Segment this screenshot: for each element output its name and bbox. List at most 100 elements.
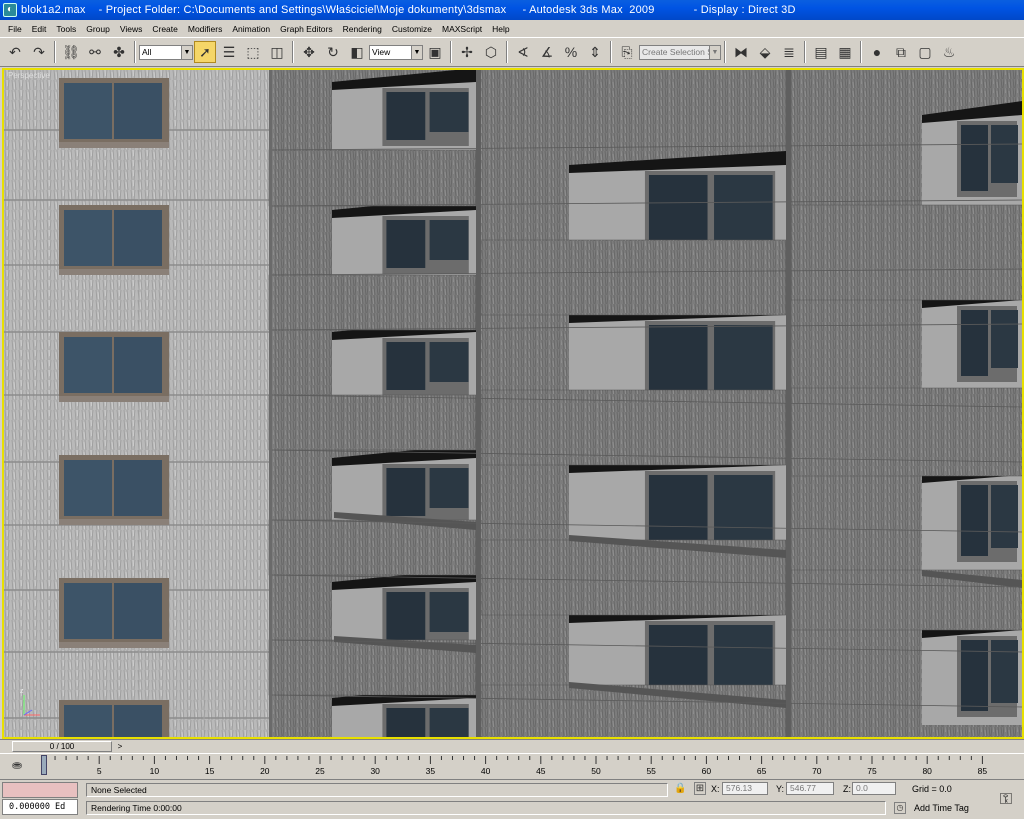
toolbar-separator xyxy=(292,41,294,63)
undo-icon[interactable]: ↶ xyxy=(4,41,26,63)
scale-icon[interactable]: ◧ xyxy=(346,41,368,63)
window-pane xyxy=(714,175,773,243)
maxscript-listener-mini[interactable] xyxy=(2,782,78,798)
align-icon[interactable]: ⬙ xyxy=(754,41,776,63)
left-window xyxy=(59,205,169,275)
rendered-frame-window-icon[interactable]: ▢ xyxy=(914,41,936,63)
window-pane xyxy=(114,705,162,737)
selection-filter-dropdown[interactable]: All ▼ xyxy=(139,44,193,60)
window-pane xyxy=(961,485,988,556)
menu-views[interactable]: Views xyxy=(115,24,148,34)
schematic-view-icon[interactable]: ▦ xyxy=(834,41,856,63)
snaps-toggle-icon[interactable]: ∢ xyxy=(512,41,534,63)
menu-group[interactable]: Group xyxy=(81,24,115,34)
reference-coordinate-dropdown[interactable]: View ▼ xyxy=(369,44,423,60)
spinner-snap-icon[interactable]: ⇕ xyxy=(584,41,606,63)
window-pane xyxy=(386,220,426,268)
open-mini-curve-editor-icon[interactable]: ⛂ xyxy=(8,758,26,774)
window-crossing-icon[interactable]: ◫ xyxy=(266,41,288,63)
window-pane xyxy=(429,468,469,508)
balcony-parapet xyxy=(268,394,477,451)
select-and-link-icon[interactable]: ⛓ xyxy=(60,41,82,63)
time-slider[interactable]: 0 / 100 > xyxy=(0,739,1024,753)
unlink-icon[interactable]: ⚯ xyxy=(84,41,106,63)
menu-help[interactable]: Help xyxy=(487,24,514,34)
ruler-tick-label: 5 xyxy=(97,766,102,776)
window-pane xyxy=(991,640,1018,703)
select-by-name-icon[interactable]: ☰ xyxy=(218,41,240,63)
left-window xyxy=(59,455,169,525)
named-selection-placeholder: Create Selection Se xyxy=(642,47,718,57)
layer-manager-icon[interactable]: ≣ xyxy=(778,41,800,63)
y-coordinate-field[interactable]: 546.77 xyxy=(786,782,834,795)
window-pane xyxy=(114,460,162,516)
z-coordinate-field[interactable]: 0.0 xyxy=(852,782,896,795)
menu-animation[interactable]: Animation xyxy=(227,24,275,34)
percent-snap-icon[interactable]: % xyxy=(560,41,582,63)
add-time-tag-button[interactable]: Add Time Tag xyxy=(914,803,969,813)
material-editor-icon[interactable]: ● xyxy=(866,41,888,63)
app-icon[interactable]: ◐ xyxy=(3,3,17,17)
menu-file[interactable]: File xyxy=(3,24,27,34)
coordinate-readout[interactable]: 0.000000 Ed xyxy=(2,799,78,815)
menu-rendering[interactable]: Rendering xyxy=(338,24,387,34)
balcony-recess xyxy=(332,70,476,154)
y-label: Y: xyxy=(776,784,785,794)
toolbar-separator xyxy=(134,41,136,63)
named-selection-dropdown[interactable]: Create Selection Se ▼ xyxy=(639,44,721,60)
chevron-down-icon: ▼ xyxy=(411,45,422,59)
balcony-parapet xyxy=(480,239,787,316)
track-bar[interactable]: ⛂ 0510152025303540455055606570758085 xyxy=(0,753,1024,779)
selection-status: None Selected xyxy=(86,783,668,797)
lock-icon[interactable]: 🔒 xyxy=(674,783,686,794)
menu-bar: File Edit Tools Group Views Create Modif… xyxy=(0,20,1024,37)
ruler-tick-label: 50 xyxy=(591,766,601,776)
x-coordinate-field[interactable]: 576.13 xyxy=(722,782,768,795)
balcony-parapet xyxy=(268,149,477,207)
pivot-center-icon[interactable]: ▣ xyxy=(424,41,446,63)
menu-graph-editors[interactable]: Graph Editors xyxy=(275,24,337,34)
edit-named-selection-icon[interactable]: ⎘ xyxy=(616,41,638,63)
window-pane xyxy=(429,708,469,737)
curve-editor-icon[interactable]: ▤ xyxy=(810,41,832,63)
menu-edit[interactable]: Edit xyxy=(27,24,52,34)
key-icon[interactable]: ⚿ xyxy=(992,786,1020,814)
time-slider-thumb[interactable]: 0 / 100 xyxy=(12,741,112,752)
move-icon[interactable]: ✥ xyxy=(298,41,320,63)
frame-ruler[interactable]: 0510152025303540455055606570758085 xyxy=(36,756,991,778)
balconies xyxy=(268,70,1022,737)
rectangular-selection-icon[interactable]: ⬚ xyxy=(242,41,264,63)
keyboard-shortcut-override-icon[interactable]: ⬡ xyxy=(480,41,502,63)
time-tag-icon[interactable]: ◷ xyxy=(894,802,906,814)
ruler-tick-label: 20 xyxy=(260,766,270,776)
menu-modifiers[interactable]: Modifiers xyxy=(183,24,227,34)
balcony-parapet xyxy=(268,519,477,576)
perspective-viewport[interactable]: z Perspective xyxy=(2,68,1024,739)
menu-tools[interactable]: Tools xyxy=(51,24,81,34)
z-label: Z: xyxy=(843,784,851,794)
redo-icon[interactable]: ↷ xyxy=(28,41,50,63)
render-production-icon[interactable]: ♨ xyxy=(938,41,960,63)
current-frame-marker[interactable] xyxy=(41,755,47,775)
rotate-icon[interactable]: ↻ xyxy=(322,41,344,63)
mirror-icon[interactable]: ⧓ xyxy=(730,41,752,63)
chevron-down-icon: ▼ xyxy=(709,45,720,59)
absolute-mode-icon[interactable]: ⊞ xyxy=(694,782,706,795)
grid-size: Grid = 0.0 xyxy=(912,784,952,794)
select-object-icon[interactable]: ➚ xyxy=(194,41,216,63)
menu-customize[interactable]: Customize xyxy=(387,24,437,34)
menu-create[interactable]: Create xyxy=(147,24,183,34)
angle-snap-icon[interactable]: ∡ xyxy=(536,41,558,63)
toolbar-separator xyxy=(450,41,452,63)
bind-space-warp-icon[interactable]: ✤ xyxy=(108,41,130,63)
toolbar-separator xyxy=(610,41,612,63)
render-setup-icon[interactable]: ⧉ xyxy=(890,41,912,63)
selection-filter-value: All xyxy=(142,47,152,57)
balcony-recess xyxy=(332,318,476,404)
next-frame-button[interactable]: > xyxy=(115,741,125,752)
title-bar[interactable]: ◐ blok1a2.max - Project Folder: C:\Docum… xyxy=(0,0,1024,20)
window-pane xyxy=(429,342,469,382)
select-manipulate-icon[interactable]: ✢ xyxy=(456,41,478,63)
menu-maxscript[interactable]: MAXScript xyxy=(437,24,487,34)
viewport-label[interactable]: Perspective xyxy=(8,71,50,80)
